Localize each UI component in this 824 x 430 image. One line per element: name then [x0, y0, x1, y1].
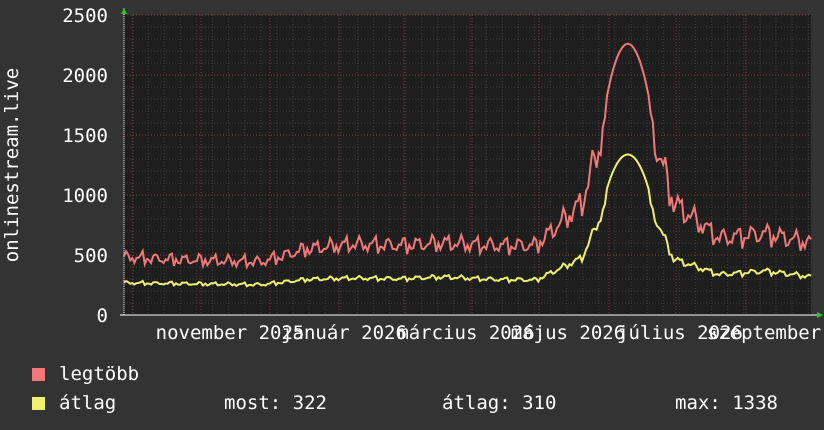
y-axis-label: onlinestream.live	[1, 68, 23, 262]
stat-average: átlag: 310	[442, 392, 557, 414]
legend-swatch-avg	[32, 396, 45, 410]
legend-label-avg: átlag	[59, 392, 117, 414]
legend-label-max: legtöbb	[59, 363, 140, 385]
x-tick-label: május 2026	[511, 322, 625, 344]
legend-max: legtöbb	[32, 363, 139, 385]
y-tick-label: 1000	[62, 185, 108, 207]
legend-swatch-max	[32, 367, 45, 381]
x-tick-label: szeptember	[707, 322, 821, 344]
y-tick-label: 1500	[62, 125, 108, 147]
y-tick-label: 500	[74, 245, 108, 267]
y-axis-arrow-icon	[121, 8, 127, 14]
stat-max: max: 1338	[675, 392, 778, 414]
x-axis-arrow-icon	[817, 312, 823, 318]
y-tick-label: 2500	[62, 5, 108, 27]
y-tick-label: 2000	[62, 65, 108, 87]
y-tick-label: 0	[97, 305, 108, 327]
stat-now: most: 322	[224, 392, 327, 414]
legend-avg: átlag	[32, 392, 116, 414]
x-tick-label: január 2026	[281, 322, 407, 344]
